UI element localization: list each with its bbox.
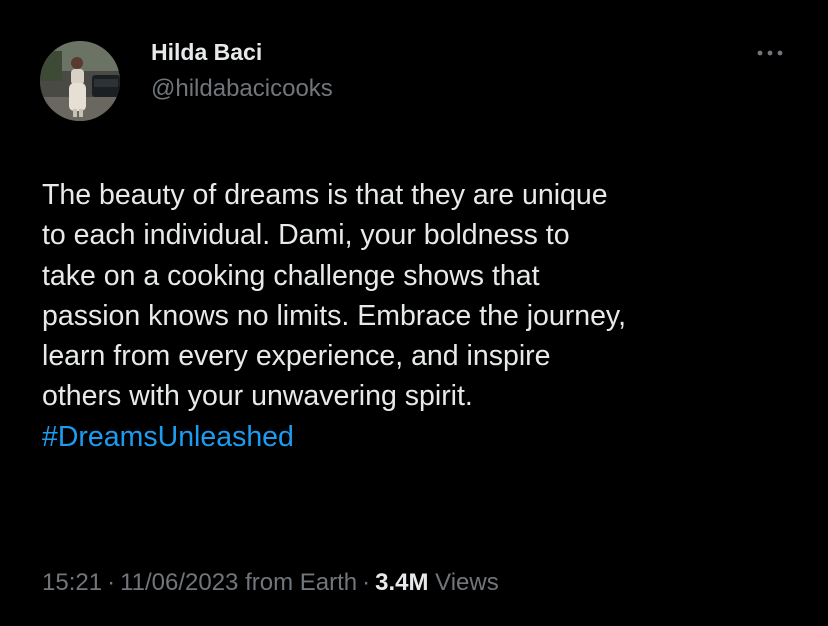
avatar-photo (40, 41, 120, 121)
meta-separator: · (107, 569, 116, 596)
views-label: Views (435, 569, 499, 596)
tweet-text-line: take on a cooking challenge shows that (42, 259, 540, 292)
tweet-text-line: others with your unwavering spirit. (42, 380, 473, 413)
tweet-time[interactable]: 15:21 (42, 569, 102, 596)
tweet-text-line: learn from every experience, and inspire (42, 340, 551, 373)
views-count: 3.4M (375, 569, 429, 596)
avatar[interactable] (40, 41, 120, 121)
tweet-text-line: The beauty of dreams is that they are un… (42, 179, 608, 211)
tweet: Hilda Baci @hildabacicooks The beauty of… (0, 0, 828, 626)
author-handle[interactable]: @hildabacicooks (151, 74, 333, 104)
meta-separator: · (362, 569, 371, 596)
author-display-name[interactable]: Hilda Baci (151, 38, 333, 66)
more-options-button[interactable] (752, 40, 788, 66)
tweet-text-line: to each individual. Dami, your boldness … (42, 219, 570, 252)
tweet-text: The beauty of dreams is that they are un… (42, 175, 802, 457)
hashtag-link[interactable]: #DreamsUnleashed (42, 417, 802, 457)
tweet-meta: 15:21 · 11/06/2023 from Earth · 3.4M Views (42, 566, 499, 600)
tweet-date[interactable]: 11/06/2023 (120, 569, 238, 596)
more-horizontal-icon (757, 50, 783, 56)
tweet-text-line: passion knows no limits. Embrace the jou… (42, 299, 626, 332)
tweet-source: from Earth (245, 569, 358, 596)
author-block: Hilda Baci @hildabacicooks (151, 38, 333, 104)
